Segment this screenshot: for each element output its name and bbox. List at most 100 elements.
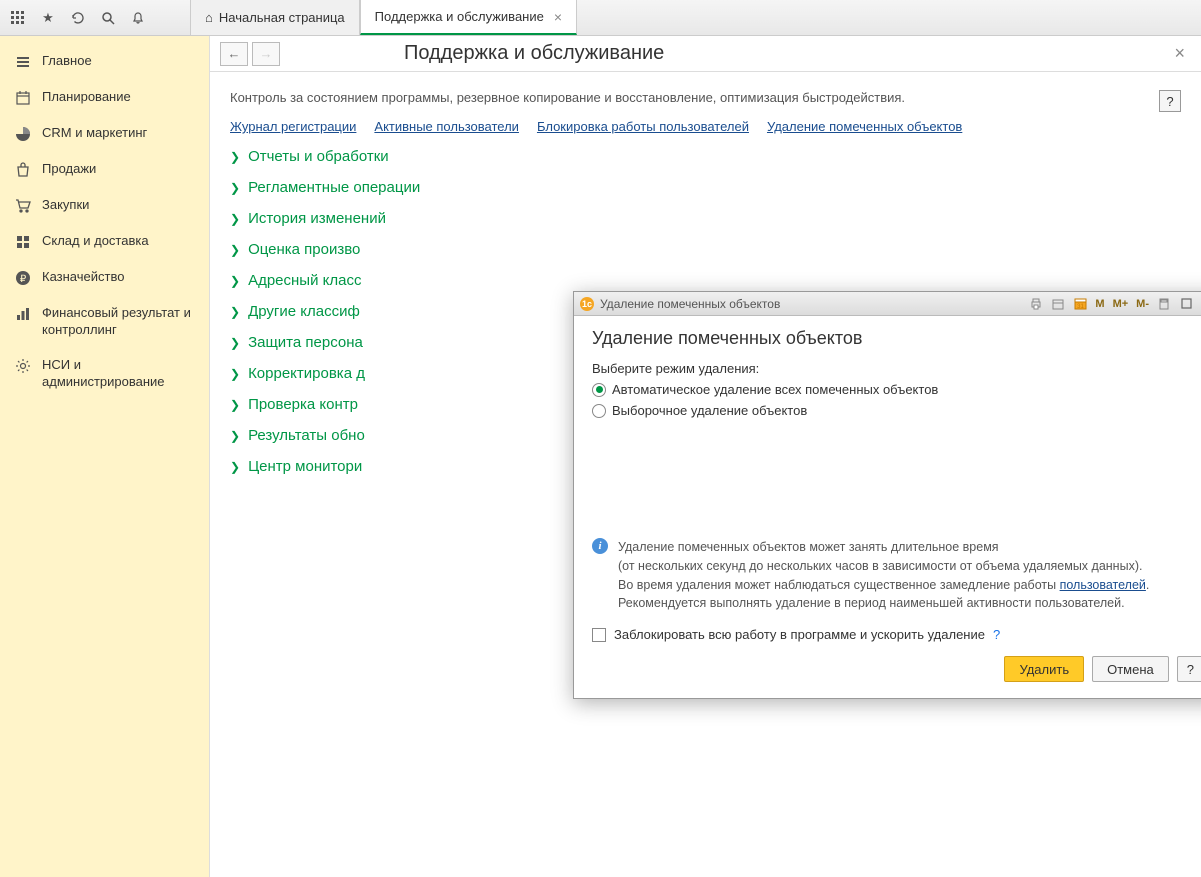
top-link-3[interactable]: Удаление помеченных объектов: [767, 119, 962, 134]
sidebar-item-label: CRM и маркетинг: [42, 125, 147, 142]
app-icon: 1c: [580, 297, 594, 311]
tree-item-2[interactable]: ❯ История изменений: [230, 210, 1181, 227]
chevron-right-icon: ❯: [230, 212, 240, 226]
memory-mminus-button[interactable]: M-: [1135, 296, 1150, 312]
calendar31-icon[interactable]: 31: [1072, 296, 1088, 312]
tree-item-label: Оценка произво: [248, 241, 360, 258]
sidebar-item-4[interactable]: Закупки: [0, 188, 209, 224]
window-buttons: 31 M M+ M- ✕: [1028, 296, 1201, 312]
info-text: Удаление помеченных объектов может занят…: [618, 538, 1149, 613]
info-line3b: .: [1146, 578, 1149, 592]
sidebar-item-6[interactable]: ₽Казначейство: [0, 260, 209, 296]
info-line1: Удаление помеченных объектов может занят…: [618, 540, 999, 554]
tree-item-label: Проверка контр: [248, 396, 358, 413]
radio-selective-label: Выборочное удаление объектов: [612, 403, 807, 418]
pie-icon: [14, 125, 32, 143]
sidebar-item-3[interactable]: Продажи: [0, 152, 209, 188]
top-link-0[interactable]: Журнал регистрации: [230, 119, 356, 134]
back-button[interactable]: ←: [220, 42, 248, 66]
tree-item-3[interactable]: ❯Оценка произво: [230, 241, 1181, 258]
sidebar-item-label: Финансовый результат и контроллинг: [42, 305, 195, 339]
chevron-right-icon: ❯: [230, 336, 240, 350]
tree-item-label: Корректировка д: [248, 365, 365, 382]
info-line3a: Во время удаления может наблюдаться суще…: [618, 578, 1060, 592]
memory-mplus-button[interactable]: M+: [1112, 296, 1130, 312]
modal-titlebar[interactable]: 1c Удаление помеченных объектов 31 M M+ …: [574, 292, 1201, 316]
top-toolbar: ★ ⌂ Начальная страница Поддержка и обслу…: [0, 0, 1201, 36]
sidebar-item-label: Продажи: [42, 161, 96, 178]
calendar-icon[interactable]: [1050, 296, 1066, 312]
tree-item-1[interactable]: ❯Регламентные операции: [230, 179, 1181, 196]
chevron-right-icon: ❯: [230, 398, 240, 412]
sidebar-item-label: Планирование: [42, 89, 131, 106]
chevron-right-icon: ❯: [230, 367, 240, 381]
history-icon[interactable]: [70, 10, 86, 26]
sidebar-item-label: Склад и доставка: [42, 233, 149, 250]
modal-heading: Удаление помеченных объектов: [592, 328, 1201, 349]
info-block: i Удаление помеченных объектов может зан…: [592, 538, 1201, 613]
boxes-icon: [14, 233, 32, 251]
sidebar-item-label: Закупки: [42, 197, 89, 214]
chevron-right-icon: ❯: [230, 274, 240, 288]
sidebar-item-8[interactable]: НСИ и администрирование: [0, 348, 209, 400]
tree-item-label: Другие классиф: [248, 303, 360, 320]
chevron-right-icon: ❯: [230, 181, 240, 195]
sidebar-item-2[interactable]: CRM и маркетинг: [0, 116, 209, 152]
svg-text:₽: ₽: [20, 274, 27, 285]
radio-auto[interactable]: Автоматическое удаление всех помеченных …: [592, 382, 1201, 397]
chart-icon: [14, 305, 32, 323]
modal-body: Удаление помеченных объектов Выберите ре…: [574, 316, 1201, 698]
radio-selective-input[interactable]: [592, 404, 606, 418]
info-icon: i: [592, 538, 608, 554]
apps-icon[interactable]: [10, 10, 26, 26]
tree-item-0[interactable]: ❯Отчеты и обработки: [230, 148, 1181, 165]
info-line2: (от нескольких секунд до нескольких часо…: [618, 559, 1142, 573]
chevron-right-icon: ❯: [230, 429, 240, 443]
radio-auto-label: Автоматическое удаление всех помеченных …: [612, 382, 938, 397]
block-work-checkbox[interactable]: [592, 628, 606, 642]
chevron-right-icon: ❯: [230, 460, 240, 474]
tab-active-label: Поддержка и обслуживание: [375, 9, 544, 24]
sidebar-item-label: НСИ и администрирование: [42, 357, 195, 391]
gear-icon: [14, 357, 32, 375]
nav-bar: ← → Поддержка и обслуживание ×: [210, 36, 1201, 72]
forward-button[interactable]: →: [252, 42, 280, 66]
tree-item-label: Защита персона: [248, 334, 363, 351]
modal-window-title: Удаление помеченных объектов: [600, 297, 1028, 311]
plan-icon: [14, 89, 32, 107]
modal-help-button[interactable]: ?: [1177, 656, 1201, 682]
tab-active[interactable]: Поддержка и обслуживание ×: [360, 0, 577, 35]
print-icon[interactable]: [1028, 296, 1044, 312]
memory-m-button[interactable]: M: [1094, 296, 1105, 312]
help-button[interactable]: ?: [1159, 90, 1181, 112]
sidebar-item-0[interactable]: Главное: [0, 44, 209, 80]
star-icon[interactable]: ★: [40, 10, 56, 26]
delete-marked-modal: 1c Удаление помеченных объектов 31 M M+ …: [573, 291, 1201, 699]
delete-button[interactable]: Удалить: [1004, 656, 1084, 682]
sidebar-item-label: Главное: [42, 53, 92, 70]
users-link[interactable]: пользователей: [1060, 578, 1146, 592]
tab-close-icon[interactable]: ×: [554, 9, 562, 25]
search-icon[interactable]: [100, 10, 116, 26]
maximize-icon[interactable]: [1178, 296, 1194, 312]
tree-item-label: История изменений: [248, 210, 386, 227]
home-icon: ⌂: [205, 10, 213, 25]
sidebar-item-7[interactable]: Финансовый результат и контроллинг: [0, 296, 209, 348]
close-page-button[interactable]: ×: [1168, 43, 1191, 64]
bell-icon[interactable]: [130, 10, 146, 26]
calculator-icon[interactable]: [1156, 296, 1172, 312]
block-work-help[interactable]: ?: [993, 627, 1000, 642]
sidebar-item-1[interactable]: Планирование: [0, 80, 209, 116]
bag-icon: [14, 161, 32, 179]
sidebar-item-5[interactable]: Склад и доставка: [0, 224, 209, 260]
tree-item-4[interactable]: ❯Адресный класс: [230, 272, 1181, 289]
radio-selective[interactable]: Выборочное удаление объектов: [592, 403, 1201, 418]
top-link-1[interactable]: Активные пользователи: [374, 119, 519, 134]
cancel-button[interactable]: Отмена: [1092, 656, 1169, 682]
page-description: Контроль за состоянием программы, резерв…: [230, 90, 1181, 105]
top-link-2[interactable]: Блокировка работы пользователей: [537, 119, 749, 134]
tab-home[interactable]: ⌂ Начальная страница: [190, 0, 360, 35]
page-title: Поддержка и обслуживание: [404, 42, 664, 65]
radio-auto-input[interactable]: [592, 383, 606, 397]
tree-item-label: Центр монитори: [248, 458, 362, 475]
